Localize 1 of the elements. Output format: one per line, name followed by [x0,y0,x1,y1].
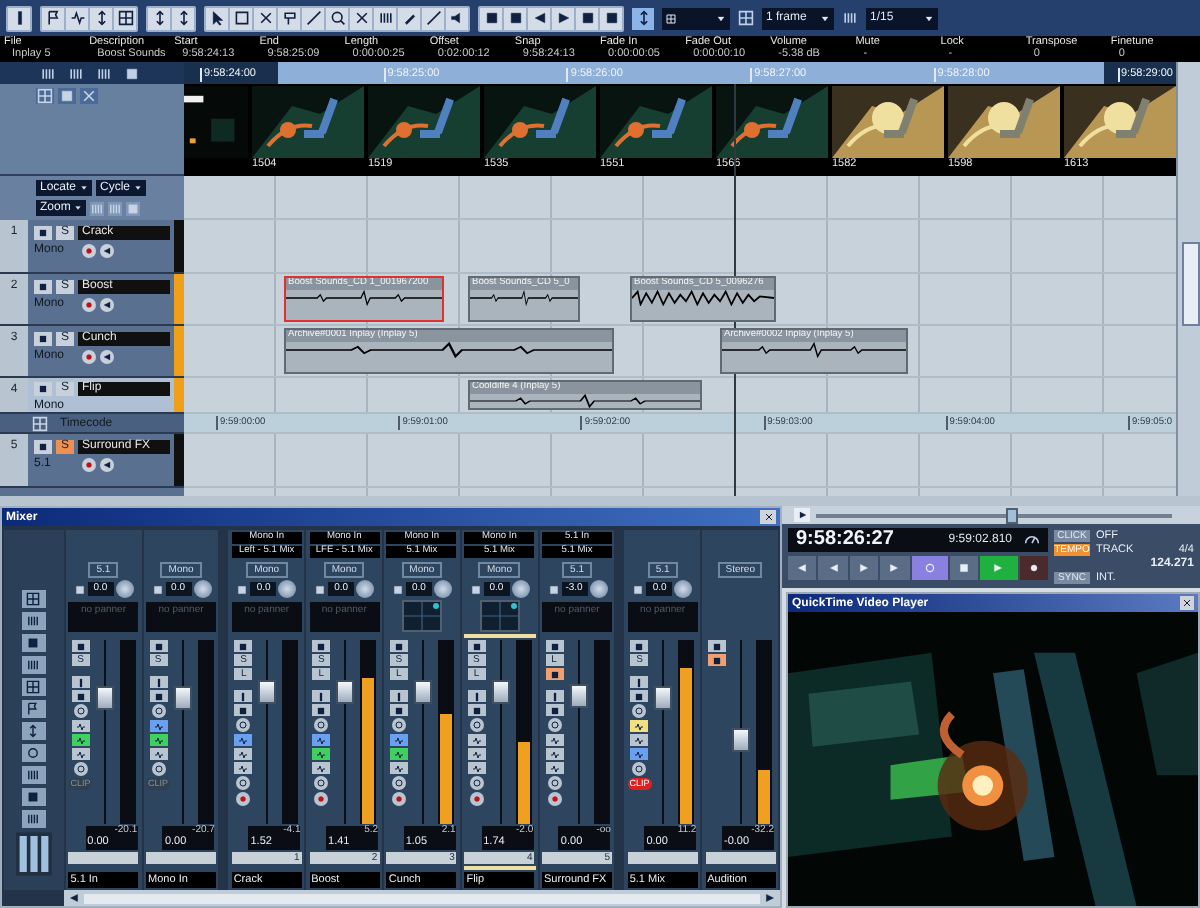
primary-time-display[interactable]: 9:58:26:27 [796,528,894,552]
